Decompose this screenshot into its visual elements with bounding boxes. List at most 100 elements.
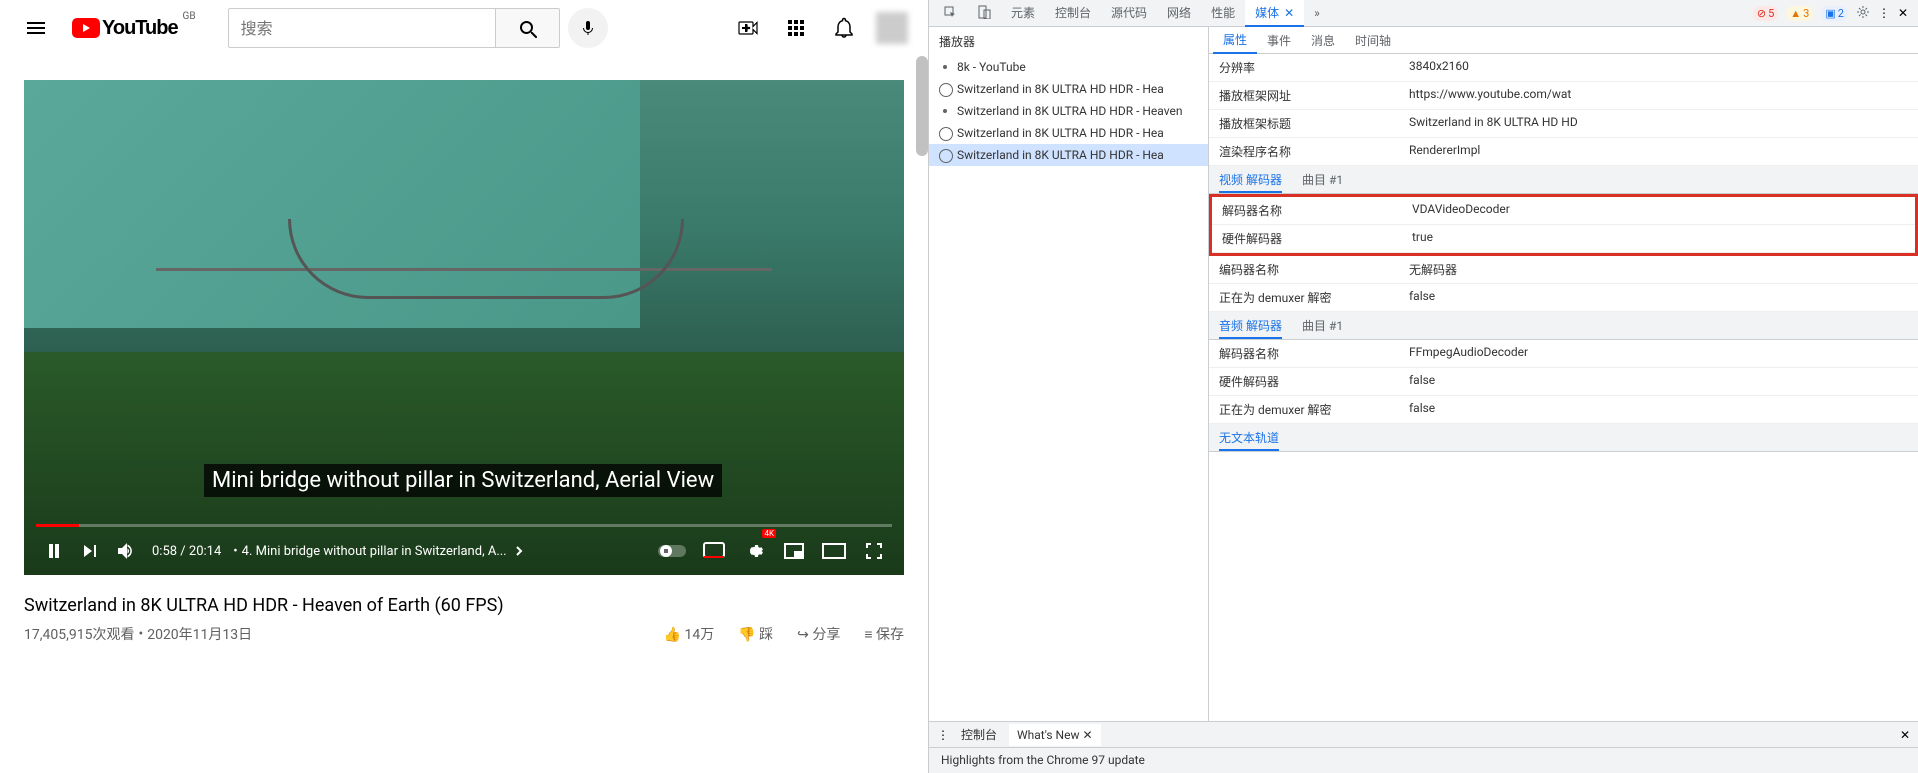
error-badge[interactable]: ⊘ 5 — [1753, 6, 1778, 21]
subtab-事件[interactable]: 事件 — [1257, 28, 1301, 53]
settings-button[interactable]: 4K — [736, 533, 772, 569]
create-icon — [736, 16, 760, 40]
property-value: false — [1409, 289, 1908, 306]
view-count: 17,405,915次观看 — [24, 624, 134, 644]
close-icon[interactable]: ✕ — [1281, 6, 1294, 20]
property-row: 播放框架网址https://www.youtube.com/wat — [1209, 82, 1918, 110]
property-row: 正在为 demuxer 解密false — [1209, 396, 1918, 424]
video-meta: 17,405,915次观看 • 2020年11月13日 👍 14万 👎 踩 ↪ … — [24, 624, 904, 644]
devtools-tab-网络[interactable]: 网络 — [1157, 0, 1201, 27]
close-devtools[interactable]: ✕ — [1898, 6, 1908, 20]
close-icon[interactable]: ✕ — [1082, 728, 1092, 742]
inspect-button[interactable] — [933, 1, 967, 26]
toggle-icon — [658, 543, 690, 559]
time-display: 0:58 / 20:14 — [152, 544, 221, 559]
warning-badge[interactable]: ▲ 3 — [1786, 6, 1813, 21]
drawer-tab-console[interactable]: 控制台 — [961, 726, 997, 743]
player-item[interactable]: Switzerland in 8K ULTRA HD HDR - Hea — [929, 144, 1208, 166]
dislike-button[interactable]: 👎 踩 — [738, 624, 773, 644]
save-button[interactable]: ≡ 保存 — [864, 624, 904, 644]
inspect-icon — [943, 5, 957, 19]
publish-date: 2020年11月13日 — [147, 624, 252, 644]
subtitles-button[interactable] — [696, 533, 732, 569]
device-button[interactable] — [967, 1, 1001, 26]
property-section: 音频 解码器曲目 #1 — [1209, 312, 1918, 340]
drawer-close[interactable]: ✕ — [1900, 728, 1910, 742]
theater-button[interactable] — [816, 533, 852, 569]
bell-icon — [833, 17, 855, 39]
microphone-icon — [579, 19, 597, 37]
logo-play-icon — [72, 18, 100, 38]
devtools-tab-控制台[interactable]: 控制台 — [1045, 0, 1101, 27]
property-key: 分辨率 — [1219, 59, 1409, 76]
more-tabs[interactable]: » — [1304, 2, 1330, 24]
property-row: 播放框架标题Switzerland in 8K ULTRA HD HD — [1209, 110, 1918, 138]
search-form — [228, 8, 608, 48]
menu-button[interactable] — [16, 8, 56, 48]
property-row: 编码器名称无解码器 — [1209, 256, 1918, 284]
scrollbar[interactable] — [916, 56, 928, 356]
search-button[interactable] — [496, 8, 560, 48]
devtools-tab-性能[interactable]: 性能 — [1201, 0, 1245, 27]
more-button[interactable]: ⋮ — [1878, 6, 1890, 20]
settings-button[interactable] — [1856, 5, 1870, 22]
subtab-时间轴[interactable]: 时间轴 — [1345, 28, 1401, 53]
pause-button[interactable] — [36, 533, 72, 569]
next-icon — [80, 541, 100, 561]
pause-icon — [43, 540, 65, 562]
share-button[interactable]: ↪ 分享 — [797, 624, 840, 644]
player-item[interactable]: Switzerland in 8K ULTRA HD HDR - Hea — [929, 122, 1208, 144]
property-value: RendererImpl — [1409, 143, 1908, 160]
property-key: 渲染程序名称 — [1219, 143, 1409, 160]
account-button[interactable] — [872, 8, 912, 48]
property-value: Switzerland in 8K ULTRA HD HD — [1409, 115, 1908, 132]
property-key: 播放框架标题 — [1219, 115, 1409, 132]
devtools-tab-元素[interactable]: 元素 — [1001, 0, 1045, 27]
property-value: https://www.youtube.com/wat — [1409, 87, 1908, 104]
volume-button[interactable] — [108, 533, 144, 569]
player-item[interactable]: Switzerland in 8K ULTRA HD HDR - Heaven — [929, 100, 1208, 122]
fullscreen-button[interactable] — [856, 533, 892, 569]
player-item[interactable]: Switzerland in 8K ULTRA HD HDR - Hea — [929, 78, 1208, 100]
drawer-tab-whatsnew[interactable]: What's New ✕ — [1009, 724, 1101, 746]
property-row: 硬件解码器false — [1209, 368, 1918, 396]
youtube-logo[interactable]: YouTube GB — [72, 17, 178, 40]
players-header: 播放器 — [929, 27, 1208, 56]
next-button[interactable] — [72, 533, 108, 569]
notifications-button[interactable] — [824, 8, 864, 48]
property-section: 视频 解码器曲目 #1 — [1209, 166, 1918, 194]
autoplay-toggle[interactable] — [656, 533, 692, 569]
region-code: GB — [183, 11, 196, 22]
like-button[interactable]: 👍 14万 — [664, 624, 715, 644]
property-key: 播放框架网址 — [1219, 87, 1409, 104]
property-row: 解码器名称VDAVideoDecoder — [1212, 197, 1915, 225]
property-key: 解码器名称 — [1219, 345, 1409, 362]
theater-icon — [822, 543, 846, 559]
video-title: Switzerland in 8K ULTRA HD HDR - Heaven … — [24, 595, 904, 616]
drawer-content: Highlights from the Chrome 97 update — [929, 748, 1918, 772]
drawer-menu[interactable]: ⋮ — [937, 728, 949, 742]
devtools-panel: 元素控制台源代码网络性能媒体 ✕ » ⊘ 5 ▲ 3 ▣ 2 ⋮ ✕ 播放器 8… — [928, 0, 1918, 773]
miniplayer-button[interactable] — [776, 533, 812, 569]
voice-search-button[interactable] — [568, 8, 608, 48]
cc-icon — [703, 542, 725, 560]
no-text-track: 无文本轨道 — [1209, 424, 1918, 452]
search-icon — [517, 18, 537, 38]
subtab-消息[interactable]: 消息 — [1301, 28, 1345, 53]
subtab-属性[interactable]: 属性 — [1213, 27, 1257, 54]
devtools-tab-媒体[interactable]: 媒体 ✕ — [1245, 0, 1304, 27]
info-badge[interactable]: ▣ 2 — [1821, 6, 1848, 21]
apps-button[interactable] — [776, 8, 816, 48]
property-key: 正在为 demuxer 解密 — [1219, 289, 1409, 306]
search-input[interactable] — [228, 8, 496, 48]
fullscreen-icon — [864, 541, 884, 561]
video-player[interactable]: Mini bridge without pillar in Switzerlan… — [24, 80, 904, 575]
player-item[interactable]: 8k - YouTube — [929, 56, 1208, 78]
chapter-display[interactable]: • 4. Mini bridge without pillar in Switz… — [233, 543, 526, 559]
create-button[interactable] — [728, 8, 768, 48]
volume-icon — [115, 540, 137, 562]
player-controls: 0:58 / 20:14 • 4. Mini bridge without pi… — [24, 527, 904, 575]
device-icon — [977, 5, 991, 19]
devtools-tab-源代码[interactable]: 源代码 — [1101, 0, 1157, 27]
players-panel: 播放器 8k - YouTubeSwitzerland in 8K ULTRA … — [929, 27, 1209, 721]
